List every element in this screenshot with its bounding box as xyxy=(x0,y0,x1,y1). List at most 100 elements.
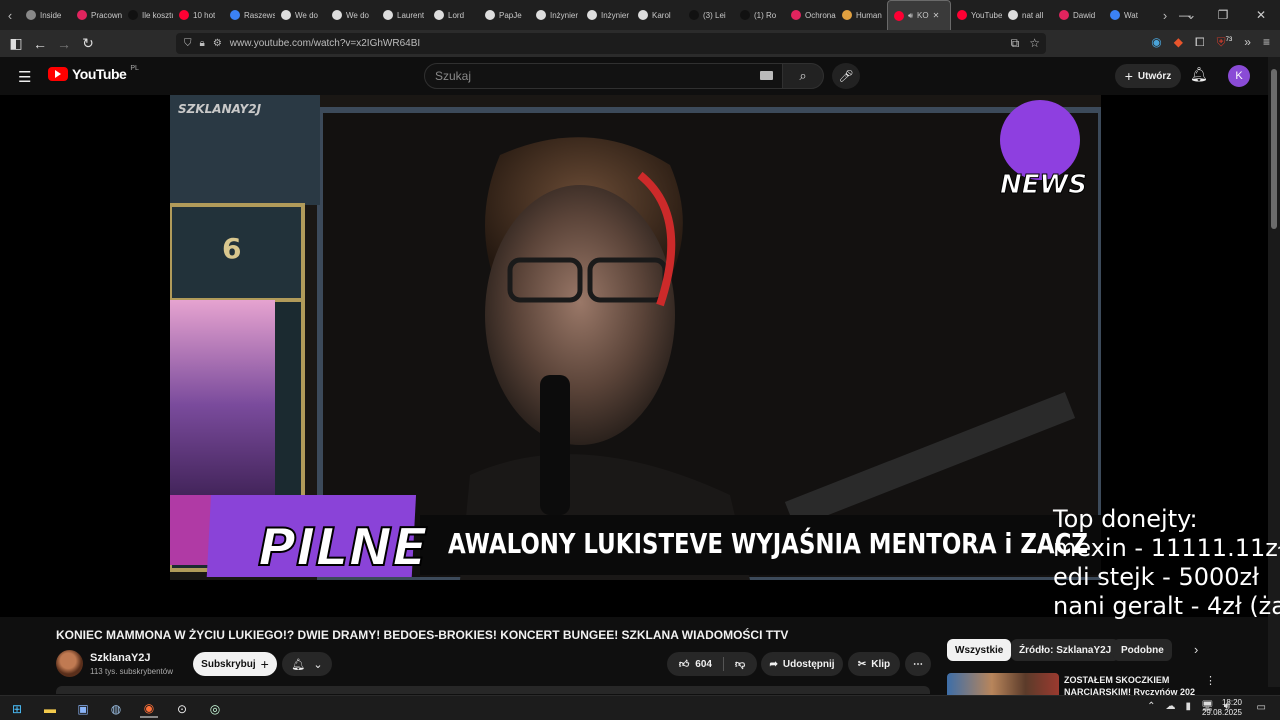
browser-tab-bar: ‹ Inside Pracownicy Ile kosztuje 10 hot Rasz… xyxy=(0,0,1280,30)
create-label: Utwórz xyxy=(1137,70,1172,82)
browser-tab[interactable]: 10 hot xyxy=(173,0,224,30)
channel-name[interactable]: SzklanaY2J xyxy=(90,652,151,664)
minimize-icon[interactable]: — xyxy=(1166,0,1204,30)
scrollbar-thumb[interactable] xyxy=(1271,69,1277,229)
youtube-logo[interactable]: YouTube PL xyxy=(48,65,139,82)
tab-scroll-left-icon[interactable]: ‹ xyxy=(0,0,20,30)
browser-tab[interactable]: Human xyxy=(836,0,887,30)
tab-favicon-icon xyxy=(128,10,138,20)
window-controls: — ❐ ✕ xyxy=(1166,0,1280,30)
site-settings-icon[interactable]: ⚙︎ xyxy=(213,38,222,49)
thumbs-up-icon: 👍︎ xyxy=(678,659,690,670)
browser-tab[interactable]: YouTube xyxy=(951,0,1002,30)
shield-icon[interactable]: ⛉ xyxy=(184,38,192,49)
sidebar-toggle-icon[interactable]: ◧ xyxy=(4,30,28,57)
start-windows-icon[interactable]: ⊞ xyxy=(8,700,26,718)
firefox-icon[interactable]: ◉ xyxy=(140,700,158,718)
picture-in-picture-icon[interactable]: ⧉ xyxy=(1011,36,1020,51)
obs-icon[interactable]: ⊙ xyxy=(173,700,191,718)
vpn-extension-icon[interactable]: ◉ xyxy=(1151,35,1161,50)
browser-tab[interactable]: (3) Lei xyxy=(683,0,734,30)
chip-source[interactable]: Źródło: SzklanaY2J xyxy=(1011,639,1120,661)
more-tools-chevron-icon[interactable]: » xyxy=(1244,35,1251,50)
dislike-button[interactable]: 👎︎ xyxy=(735,658,745,670)
fox-extension-icon[interactable]: ◆ xyxy=(1174,35,1183,50)
tray-app-icon[interactable]: ▮ xyxy=(1185,701,1191,712)
browser-tab[interactable]: Raszewski xyxy=(224,0,275,30)
tab-favicon-icon xyxy=(957,10,967,20)
clock[interactable]: 18:20 29.08.2025 xyxy=(1202,698,1242,718)
share-button[interactable]: ➦ Udostępnij xyxy=(761,652,843,676)
browser-tab[interactable]: Pracownicy xyxy=(71,0,122,30)
browser-tab[interactable]: Laurent xyxy=(377,0,428,30)
microphone-icon: 🎤︎ xyxy=(838,69,854,83)
browser-tab[interactable]: Wat xyxy=(1104,0,1155,30)
bookmark-star-icon[interactable]: ☆ xyxy=(1029,36,1040,51)
keyboard-icon[interactable] xyxy=(760,71,773,80)
tray-chevron-up-icon[interactable]: ⌃ xyxy=(1147,701,1155,712)
subscribe-button[interactable]: Subskrybuj + xyxy=(193,652,277,676)
tab-strip: Inside Pracownicy Ile kosztuje 10 hot Raszew… xyxy=(20,0,1155,30)
recommended-title[interactable]: ZOSTAŁEM SKOCZKIEM NARCIARSKIM! Ryczyńów… xyxy=(1064,674,1204,696)
steam-icon[interactable]: ◍ xyxy=(107,700,125,718)
monitor-app-icon[interactable]: ▣ xyxy=(74,700,92,718)
search-placeholder: Szukaj xyxy=(435,69,472,83)
tab-label: (1) Ro xyxy=(754,10,777,20)
browser-tab[interactable]: 🔊︎ KO ✕ xyxy=(887,0,951,30)
app-icon[interactable]: ◎ xyxy=(206,700,224,718)
notifications-bell-icon[interactable]: 🔔︎ xyxy=(1190,66,1208,83)
forward-icon[interactable]: → xyxy=(52,30,76,57)
browser-tab[interactable]: Inżynier xyxy=(581,0,632,30)
close-window-icon[interactable]: ✕ xyxy=(1242,0,1280,30)
reload-icon[interactable]: ↻ xyxy=(76,30,100,57)
like-button[interactable]: 👍︎ 604 xyxy=(678,658,712,671)
browser-tab[interactable]: We do xyxy=(326,0,377,30)
notifications-icon[interactable]: ▭ xyxy=(1257,702,1266,713)
guide-menu-icon[interactable]: ☰ xyxy=(18,68,31,86)
recommended-thumbnail[interactable] xyxy=(947,673,1059,695)
lock-icon[interactable]: 🔒︎ xyxy=(200,38,205,49)
url-text: www.youtube.com/watch?v=x2IGhWR64BI xyxy=(229,38,421,49)
tab-close-icon[interactable]: ✕ xyxy=(933,11,940,20)
browser-tab[interactable]: nat all xyxy=(1002,0,1053,30)
url-field[interactable]: ⛉ 🔒︎ ⚙︎ www.youtube.com/watch?v=x2IGhWR6… xyxy=(176,33,1046,54)
channel-avatar[interactable] xyxy=(56,650,83,677)
more-actions-button[interactable]: ⋯ xyxy=(905,652,931,676)
search-button[interactable]: ⌕ xyxy=(782,63,824,89)
tab-favicon-icon xyxy=(638,10,648,20)
browser-tab[interactable]: Inside xyxy=(20,0,71,30)
menu-hamburger-icon[interactable]: ≡ xyxy=(1263,35,1270,50)
tab-label: Dawid xyxy=(1073,10,1096,20)
file-explorer-icon[interactable]: ▬ xyxy=(41,700,59,718)
browser-toolbar: ◧ ← → ↻ ⛉ 🔒︎ ⚙︎ www.youtube.com/watch?v=… xyxy=(0,30,1280,57)
recommended-more-icon[interactable]: ⋮ xyxy=(1205,674,1216,687)
browser-tab[interactable]: Lord xyxy=(428,0,479,30)
browser-tab[interactable]: (1) Ro xyxy=(734,0,785,30)
notification-settings-button[interactable]: 🔔︎ ⌄ xyxy=(282,652,332,676)
account-avatar[interactable]: K xyxy=(1228,65,1250,87)
tab-audio-icon[interactable]: 🔊︎ xyxy=(908,11,913,21)
browser-tab[interactable]: Ile kosztuje xyxy=(122,0,173,30)
chips-next-icon[interactable]: › xyxy=(1194,642,1198,657)
back-icon[interactable]: ← xyxy=(28,30,52,57)
chip-all[interactable]: Wszystkie xyxy=(947,639,1012,661)
browser-tab[interactable]: Karol xyxy=(632,0,683,30)
restore-icon[interactable]: ❐ xyxy=(1204,0,1242,30)
browser-tab[interactable]: We do xyxy=(275,0,326,30)
description-box[interactable] xyxy=(56,686,930,694)
browser-tab[interactable]: Ochrona xyxy=(785,0,836,30)
clip-button[interactable]: ✂︎ Klip xyxy=(848,652,900,676)
voice-search-button[interactable]: 🎤︎ xyxy=(832,63,860,89)
tab-label: 10 hot xyxy=(193,10,216,20)
browser-tab[interactable]: PapJe xyxy=(479,0,530,30)
video-player[interactable]: 6 SZKLANAY2J NEWS PILNE AWALONY LUKISTEV… xyxy=(170,95,1101,580)
create-button[interactable]: + Utwórz xyxy=(1115,64,1181,88)
browser-tab[interactable]: Dawid xyxy=(1053,0,1104,30)
chip-similar[interactable]: Podobne xyxy=(1113,639,1172,661)
onedrive-icon[interactable]: ☁︎ xyxy=(1165,701,1175,712)
browser-tab[interactable]: Inżynier xyxy=(530,0,581,30)
ublock-extension-icon[interactable]: ⛨73 xyxy=(1217,35,1233,50)
extensions-puzzle-icon[interactable]: ⧠ xyxy=(1195,35,1205,50)
search-input[interactable]: Szukaj xyxy=(424,63,784,89)
share-icon: ➦ xyxy=(769,658,778,670)
